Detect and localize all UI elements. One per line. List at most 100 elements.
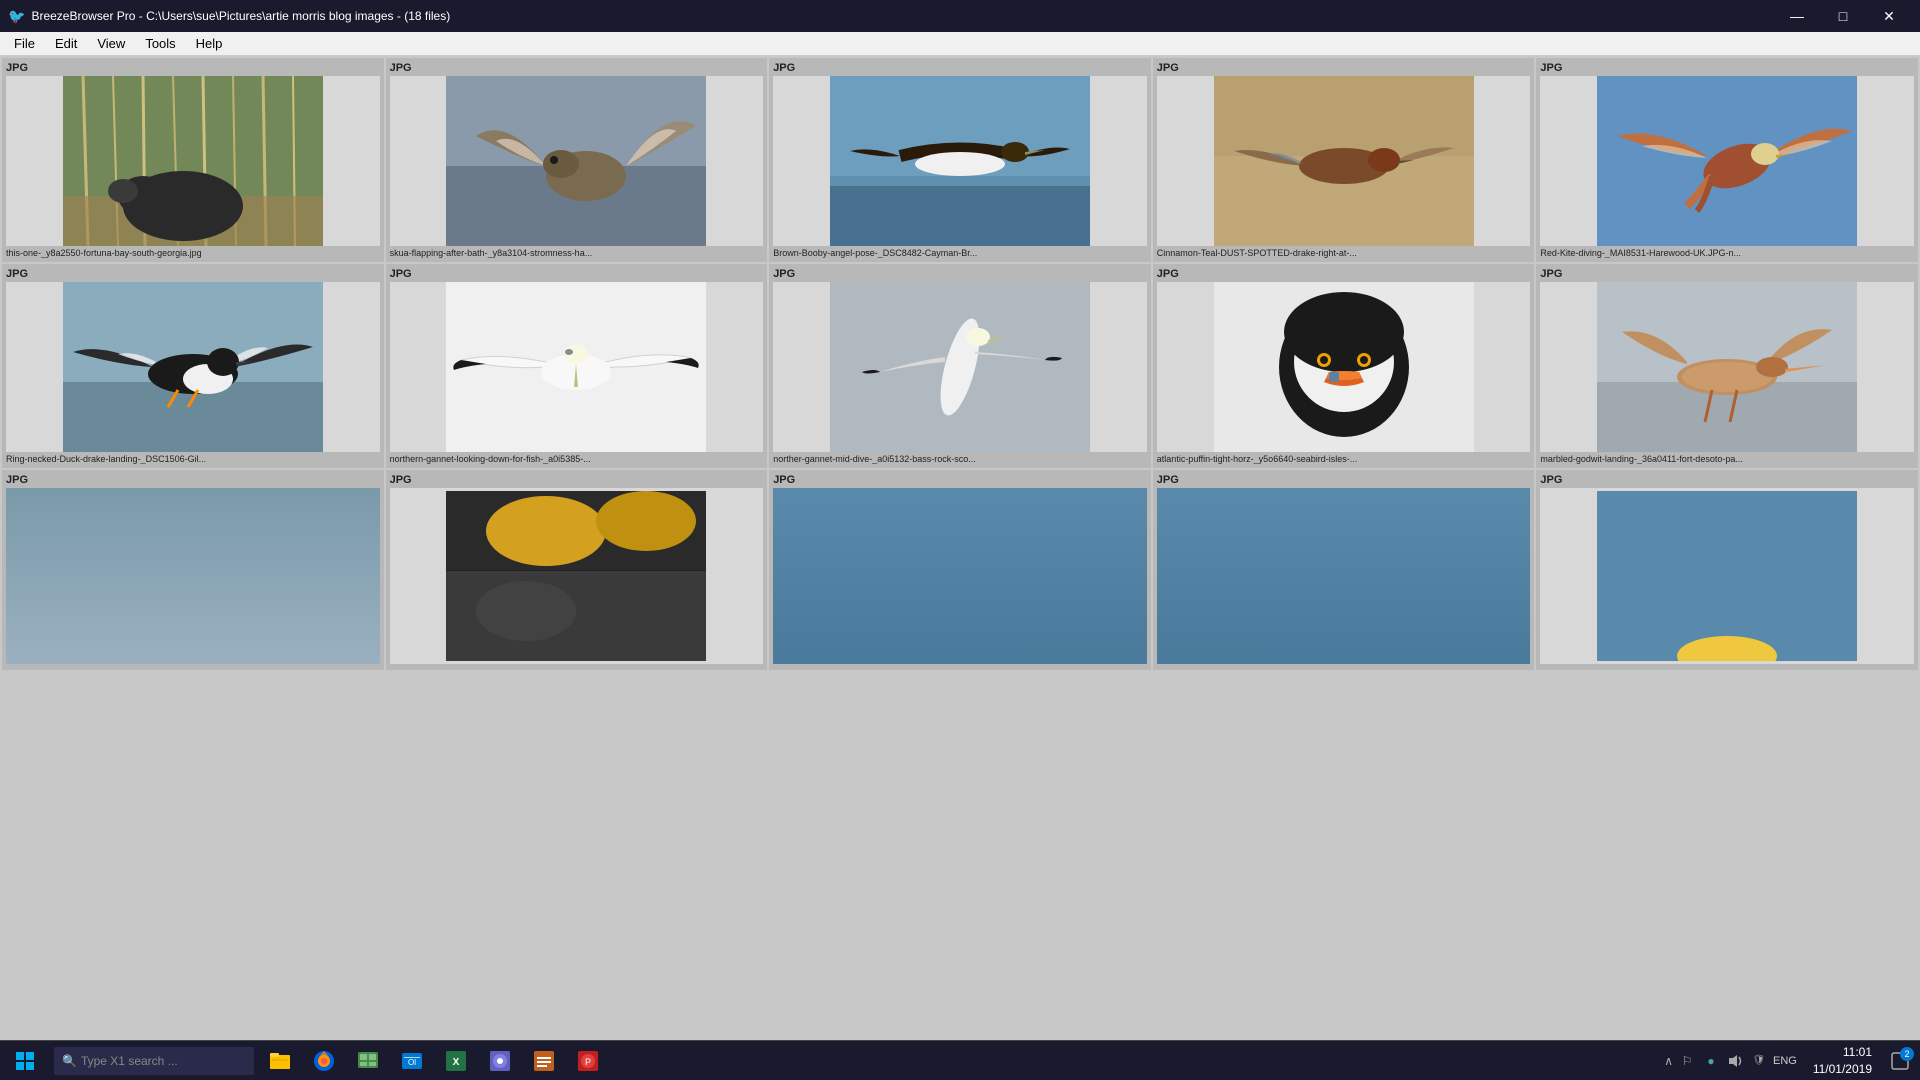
taskbar-excel[interactable]: X xyxy=(434,1041,478,1080)
cell-type-14: JPG xyxy=(1157,474,1531,486)
image-grid: JPG xyxy=(0,56,1920,672)
grid-item-2[interactable]: JPG xyxy=(386,58,768,262)
grid-item-13[interactable]: JPG xyxy=(769,470,1151,670)
cell-name-4: Cinnamon-Teal-DUST-SPOTTED-drake-right-a… xyxy=(1157,248,1531,258)
notification-badge: 2 xyxy=(1900,1047,1914,1061)
cell-type-9: JPG xyxy=(1157,268,1531,280)
notification-button[interactable]: 2 xyxy=(1880,1041,1920,1080)
cell-image-13 xyxy=(773,488,1147,664)
cell-name-7: northern-gannet-looking-down-for-fish-_a… xyxy=(390,454,764,464)
title-left: 🐦 BreezeBrowser Pro - C:\Users\sue\Pictu… xyxy=(8,8,450,25)
cell-name-5: Red-Kite-diving-_MAI8531-Harewood-UK.JPG… xyxy=(1540,248,1914,258)
svg-text:X: X xyxy=(453,1057,460,1068)
taskbar-icons: Ol X xyxy=(258,1041,610,1080)
cell-image-3 xyxy=(773,76,1147,246)
cell-type-3: JPG xyxy=(773,62,1147,74)
tray-lang: ENG xyxy=(1773,1055,1797,1067)
title-bar: 🐦 BreezeBrowser Pro - C:\Users\sue\Pictu… xyxy=(0,0,1920,32)
cell-type-4: JPG xyxy=(1157,62,1531,74)
tray-overflow[interactable]: ∧ xyxy=(1664,1054,1673,1068)
search-placeholder: Type X1 search ... xyxy=(81,1054,178,1068)
grid-item-8[interactable]: JPG xyxy=(769,264,1151,468)
maximize-button[interactable]: □ xyxy=(1820,0,1866,32)
minimize-button[interactable]: — xyxy=(1774,0,1820,32)
start-button[interactable] xyxy=(0,1041,50,1080)
grid-item-10[interactable]: JPG xyxy=(1536,264,1918,468)
cell-type-1: JPG xyxy=(6,62,380,74)
grid-item-1[interactable]: JPG xyxy=(2,58,384,262)
cell-image-12 xyxy=(390,488,764,664)
tray-icon-1[interactable]: ⚐ xyxy=(1677,1051,1697,1071)
cell-type-11: JPG xyxy=(6,474,380,486)
close-button[interactable]: ✕ xyxy=(1866,0,1912,32)
grid-item-14[interactable]: JPG xyxy=(1153,470,1535,670)
search-bar[interactable]: 🔍 Type X1 search ... xyxy=(54,1047,254,1075)
cell-type-2: JPG xyxy=(390,62,764,74)
window-title: BreezeBrowser Pro - C:\Users\sue\Picture… xyxy=(31,9,450,23)
cell-name-6: Ring-necked-Duck-drake-landing-_DSC1506-… xyxy=(6,454,380,464)
cell-image-4 xyxy=(1157,76,1531,246)
menu-view[interactable]: View xyxy=(87,32,135,56)
grid-item-15[interactable]: JPG xyxy=(1536,470,1918,670)
cell-type-7: JPG xyxy=(390,268,764,280)
taskbar-program2[interactable] xyxy=(522,1041,566,1080)
grid-item-7[interactable]: JPG xyxy=(386,264,768,468)
svg-text:Ol: Ol xyxy=(408,1058,416,1067)
menu-help[interactable]: Help xyxy=(186,32,233,56)
taskbar-program3[interactable]: P xyxy=(566,1041,610,1080)
grid-item-12[interactable]: JPG xyxy=(386,470,768,670)
tray-icon-security[interactable]: 🛡 xyxy=(1749,1051,1769,1071)
window-controls: — □ ✕ xyxy=(1774,0,1912,32)
cell-type-10: JPG xyxy=(1540,268,1914,280)
cell-image-5 xyxy=(1540,76,1914,246)
main-content: JPG xyxy=(0,56,1920,1040)
taskbar-program1[interactable] xyxy=(478,1041,522,1080)
cell-image-7 xyxy=(390,282,764,452)
taskbar-breeze-browser[interactable] xyxy=(346,1041,390,1080)
cell-image-2 xyxy=(390,76,764,246)
clock-time: 11:01 xyxy=(1813,1044,1872,1061)
menu-file[interactable]: File xyxy=(4,32,45,56)
grid-item-11[interactable]: JPG xyxy=(2,470,384,670)
cell-image-6 xyxy=(6,282,380,452)
taskbar-file-explorer[interactable] xyxy=(258,1041,302,1080)
cell-type-13: JPG xyxy=(773,474,1147,486)
clock-date: 11/01/2019 xyxy=(1813,1061,1872,1078)
system-tray: ∧ ⚐ ● 🛡 ENG xyxy=(1656,1051,1805,1071)
cell-image-11 xyxy=(6,488,380,664)
cell-image-15 xyxy=(1540,488,1914,664)
cell-name-1: this-one-_y8a2550-fortuna-bay-south-geor… xyxy=(6,248,380,258)
cell-name-3: Brown-Booby-angel-pose-_DSC8482-Cayman-B… xyxy=(773,248,1147,258)
cell-type-6: JPG xyxy=(6,268,380,280)
svg-text:P: P xyxy=(585,1057,591,1067)
grid-item-4[interactable]: JPG xyxy=(1153,58,1535,262)
cell-image-9 xyxy=(1157,282,1531,452)
cell-type-12: JPG xyxy=(390,474,764,486)
cell-type-8: JPG xyxy=(773,268,1147,280)
menu-tools[interactable]: Tools xyxy=(135,32,185,56)
menu-edit[interactable]: Edit xyxy=(45,32,87,56)
menu-bar: File Edit View Tools Help xyxy=(0,32,1920,56)
cell-name-9: atlantic-puffin-tight-horz-_y5o6640-seab… xyxy=(1157,454,1531,464)
cell-name-10: marbled-godwit-landing-_36a0411-fort-des… xyxy=(1540,454,1914,464)
grid-item-9[interactable]: JPG xyxy=(1153,264,1535,468)
taskbar-outlook[interactable]: Ol xyxy=(390,1041,434,1080)
image-grid-container[interactable]: JPG xyxy=(0,56,1920,1040)
taskbar-firefox[interactable] xyxy=(302,1041,346,1080)
tray-icon-volume[interactable] xyxy=(1725,1051,1745,1071)
cell-name-2: skua-flapping-after-bath-_y8a3104-stromn… xyxy=(390,248,764,258)
cell-image-1 xyxy=(6,76,380,246)
taskbar: 🔍 Type X1 search ... xyxy=(0,1040,1920,1080)
cell-image-14 xyxy=(1157,488,1531,664)
cell-name-8: norther-gannet-mid-dive-_a0i5132-bass-ro… xyxy=(773,454,1147,464)
cell-image-10 xyxy=(1540,282,1914,452)
cell-type-5: JPG xyxy=(1540,62,1914,74)
grid-item-5[interactable]: JPG xyxy=(1536,58,1918,262)
grid-item-3[interactable]: JPG xyxy=(769,58,1151,262)
app-icon: 🐦 xyxy=(8,8,25,25)
tray-icon-2[interactable]: ● xyxy=(1701,1051,1721,1071)
system-clock[interactable]: 11:01 11/01/2019 xyxy=(1805,1044,1880,1078)
cell-type-15: JPG xyxy=(1540,474,1914,486)
grid-item-6[interactable]: JPG xyxy=(2,264,384,468)
cell-image-8 xyxy=(773,282,1147,452)
